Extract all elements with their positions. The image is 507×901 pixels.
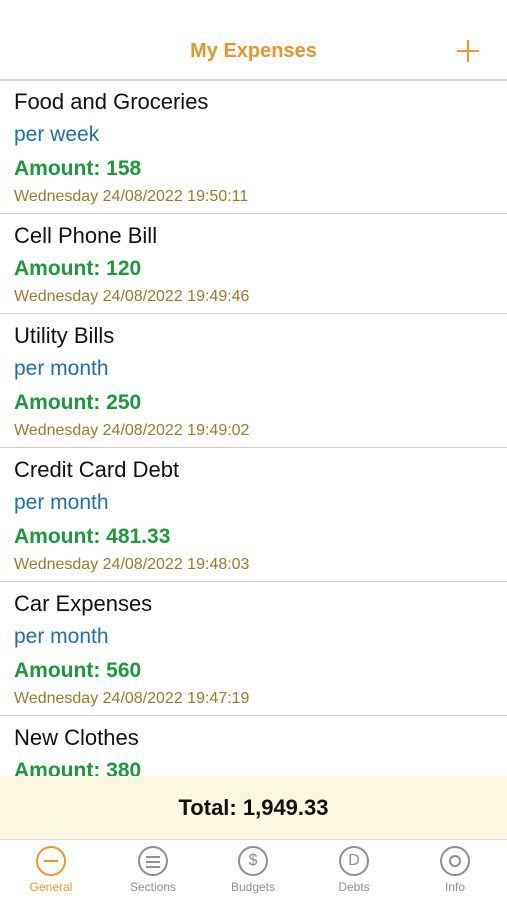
tab-label: Info (444, 880, 465, 894)
expense-title: Credit Card Debt (14, 457, 180, 482)
list-item[interactable]: New Clothes Amount: 380 (0, 716, 507, 776)
d-circle-icon: D (339, 846, 369, 876)
tab-label: Debts (338, 880, 370, 894)
expense-amount: Amount: 560 (14, 659, 142, 682)
list-item[interactable]: Credit Card Debt per month Amount: 481.3… (0, 448, 507, 582)
expense-frequency: per month (14, 491, 109, 514)
dollar-circle-icon: $ (238, 846, 268, 876)
expense-frequency: per month (14, 357, 109, 380)
expense-frequency: per month (14, 625, 109, 648)
gear-icon (440, 846, 470, 876)
minus-circle-icon (36, 846, 66, 876)
expense-title: Food and Groceries (14, 89, 209, 114)
total-label: Total: 1,949.33 (178, 795, 329, 820)
tab-info[interactable]: Info (410, 846, 500, 894)
tab-label: Sections (129, 880, 177, 894)
expense-amount: Amount: 158 (14, 157, 142, 180)
tab-label: Budgets (230, 880, 276, 894)
tab-bar: General Sections $ Budgets D Debts Info (0, 839, 507, 901)
expense-frequency: per week (14, 123, 100, 146)
list-item[interactable]: Food and Groceries per week Amount: 158 … (0, 80, 507, 214)
expense-title: Car Expenses (14, 591, 153, 616)
tab-budgets[interactable]: $ Budgets (208, 846, 298, 894)
total-bar: Total: 1,949.33 (0, 776, 507, 839)
tab-sections[interactable]: Sections (108, 846, 198, 894)
navigation-bar: My Expenses (0, 0, 507, 81)
expense-date: Wednesday 24/08/2022 19:49:46 (14, 288, 250, 305)
expense-title: Utility Bills (14, 323, 115, 348)
list-item[interactable]: Car Expenses per month Amount: 560 Wedne… (0, 582, 507, 716)
expense-amount: Amount: 120 (14, 257, 142, 280)
expense-date: Wednesday 24/08/2022 19:48:03 (14, 556, 250, 573)
list-item[interactable]: Cell Phone Bill Amount: 120 Wednesday 24… (0, 214, 507, 314)
tab-general[interactable]: General (6, 846, 96, 894)
expense-date: Wednesday 24/08/2022 19:47:19 (14, 690, 250, 707)
expense-date: Wednesday 24/08/2022 19:50:11 (14, 188, 249, 205)
expense-title: New Clothes (14, 725, 139, 750)
tab-debts[interactable]: D Debts (309, 846, 399, 894)
expense-amount: Amount: 250 (14, 391, 142, 414)
add-expense-button[interactable] (457, 40, 479, 62)
expense-amount: Amount: 380 (14, 759, 142, 776)
expense-list[interactable]: Food and Groceries per week Amount: 158 … (0, 80, 507, 776)
list-circle-icon (138, 846, 168, 876)
expense-amount: Amount: 481.33 (14, 525, 171, 548)
expense-date: Wednesday 24/08/2022 19:49:02 (14, 422, 250, 439)
expense-title: Cell Phone Bill (14, 223, 158, 248)
tab-label: General (29, 880, 73, 894)
page-title: My Expenses (190, 40, 317, 62)
list-item[interactable]: Utility Bills per month Amount: 250 Wedn… (0, 314, 507, 448)
